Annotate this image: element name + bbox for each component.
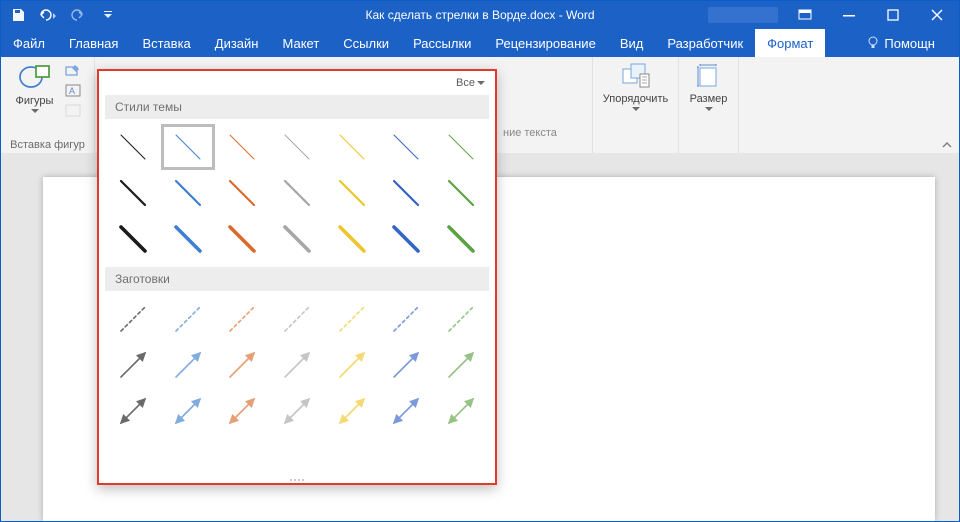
theme-style-swatch[interactable] bbox=[380, 125, 433, 169]
presets-grid bbox=[99, 291, 495, 439]
preset-style-swatch[interactable] bbox=[380, 389, 433, 433]
preset-style-swatch[interactable] bbox=[271, 343, 324, 387]
theme-style-swatch[interactable] bbox=[325, 171, 378, 215]
shapes-label: Фигуры bbox=[16, 95, 54, 107]
theme-style-swatch[interactable] bbox=[162, 217, 215, 261]
maximize-icon[interactable] bbox=[871, 1, 915, 29]
theme-style-swatch[interactable] bbox=[162, 171, 215, 215]
section-theme-styles: Стили темы bbox=[105, 95, 489, 119]
preset-style-swatch[interactable] bbox=[380, 343, 433, 387]
tab-home[interactable]: Главная bbox=[57, 29, 130, 57]
preset-style-swatch[interactable] bbox=[107, 297, 160, 341]
titlebar: Как сделать стрелки в Ворде.docx - Word bbox=[1, 1, 959, 29]
chevron-down-icon bbox=[632, 107, 640, 112]
theme-style-swatch[interactable] bbox=[107, 171, 160, 215]
preset-style-swatch[interactable] bbox=[107, 343, 160, 387]
preset-style-swatch[interactable] bbox=[434, 343, 487, 387]
theme-style-swatch[interactable] bbox=[434, 217, 487, 261]
user-badge[interactable] bbox=[703, 1, 783, 29]
tab-format[interactable]: Формат bbox=[755, 29, 825, 57]
preset-style-swatch[interactable] bbox=[162, 297, 215, 341]
save-icon[interactable] bbox=[3, 1, 33, 29]
peek-text-1: ние текста bbox=[503, 127, 557, 139]
disabled-icon bbox=[65, 103, 83, 119]
theme-style-swatch[interactable] bbox=[434, 171, 487, 215]
chevron-down-icon bbox=[705, 107, 713, 112]
gallery-resize-handle[interactable] bbox=[99, 479, 495, 481]
tab-mailings[interactable]: Рассылки bbox=[401, 29, 483, 57]
svg-text:A: A bbox=[69, 86, 75, 96]
gallery-filter-all[interactable]: Все bbox=[456, 77, 485, 89]
tab-references[interactable]: Ссылки bbox=[331, 29, 401, 57]
preset-style-swatch[interactable] bbox=[434, 389, 487, 433]
group-arrange: Упорядочить bbox=[593, 57, 679, 153]
arrange-button[interactable]: Упорядочить bbox=[614, 59, 658, 127]
qat-customize-icon[interactable] bbox=[93, 1, 123, 29]
theme-style-swatch[interactable] bbox=[216, 217, 269, 261]
preset-style-swatch[interactable] bbox=[216, 343, 269, 387]
arrange-label: Упорядочить bbox=[603, 93, 668, 105]
theme-style-swatch[interactable] bbox=[380, 217, 433, 261]
edit-shape-icon[interactable] bbox=[65, 63, 83, 79]
preset-style-swatch[interactable] bbox=[162, 389, 215, 433]
preset-style-swatch[interactable] bbox=[434, 297, 487, 341]
lightbulb-icon bbox=[866, 36, 880, 50]
group-label-shapes: Вставка фигур bbox=[10, 139, 85, 151]
tab-file[interactable]: Файл bbox=[1, 29, 57, 57]
theme-style-swatch[interactable] bbox=[162, 125, 215, 169]
chevron-down-icon bbox=[477, 81, 485, 86]
theme-style-swatch[interactable] bbox=[107, 125, 160, 169]
preset-style-swatch[interactable] bbox=[107, 389, 160, 433]
preset-style-swatch[interactable] bbox=[325, 343, 378, 387]
theme-style-swatch[interactable] bbox=[107, 217, 160, 261]
theme-style-swatch[interactable] bbox=[271, 217, 324, 261]
group-insert-shapes: Фигуры A Вставка фигур bbox=[1, 57, 95, 153]
theme-style-swatch[interactable] bbox=[325, 217, 378, 261]
theme-style-swatch[interactable] bbox=[271, 171, 324, 215]
theme-style-swatch[interactable] bbox=[216, 125, 269, 169]
section-presets: Заготовки bbox=[105, 267, 489, 291]
arrange-icon bbox=[620, 61, 652, 91]
minimize-icon[interactable] bbox=[827, 1, 871, 29]
tab-view[interactable]: Вид bbox=[608, 29, 656, 57]
tell-me[interactable]: Помощн bbox=[854, 29, 959, 57]
preset-style-swatch[interactable] bbox=[216, 389, 269, 433]
shapes-button[interactable]: Фигуры bbox=[13, 59, 57, 127]
word-window: Как сделать стрелки в Ворде.docx - Word … bbox=[0, 0, 960, 522]
preset-style-swatch[interactable] bbox=[271, 389, 324, 433]
theme-style-swatch[interactable] bbox=[271, 125, 324, 169]
preset-style-swatch[interactable] bbox=[271, 297, 324, 341]
tell-me-label: Помощн bbox=[884, 36, 935, 51]
preset-style-swatch[interactable] bbox=[325, 297, 378, 341]
preset-style-swatch[interactable] bbox=[325, 389, 378, 433]
close-icon[interactable] bbox=[915, 1, 959, 29]
chevron-down-icon bbox=[31, 109, 39, 114]
tab-developer[interactable]: Разработчик bbox=[655, 29, 755, 57]
theme-style-swatch[interactable] bbox=[380, 171, 433, 215]
text-box-icon[interactable]: A bbox=[65, 83, 83, 99]
theme-style-swatch[interactable] bbox=[434, 125, 487, 169]
size-label: Размер bbox=[690, 93, 728, 105]
gallery-filter-label: Все bbox=[456, 77, 475, 89]
tab-layout[interactable]: Макет bbox=[270, 29, 331, 57]
group-size: Размер bbox=[679, 57, 739, 153]
size-icon bbox=[694, 61, 724, 91]
theme-style-swatch[interactable] bbox=[325, 125, 378, 169]
preset-style-swatch[interactable] bbox=[380, 297, 433, 341]
preset-style-swatch[interactable] bbox=[162, 343, 215, 387]
shape-style-gallery: Все Стили темы Заготовки bbox=[97, 69, 497, 485]
tab-review[interactable]: Рецензирование bbox=[483, 29, 607, 57]
size-button[interactable]: Размер bbox=[687, 59, 731, 127]
tab-design[interactable]: Дизайн bbox=[203, 29, 271, 57]
theme-style-swatch[interactable] bbox=[216, 171, 269, 215]
ribbon-display-icon[interactable] bbox=[783, 1, 827, 29]
redo-icon[interactable] bbox=[63, 1, 93, 29]
preset-style-swatch[interactable] bbox=[216, 297, 269, 341]
shapes-icon bbox=[18, 61, 52, 93]
theme-styles-grid bbox=[99, 119, 495, 267]
ribbon-tabs: Файл Главная Вставка Дизайн Макет Ссылки… bbox=[1, 29, 959, 57]
tab-insert[interactable]: Вставка bbox=[130, 29, 202, 57]
undo-icon[interactable] bbox=[33, 1, 63, 29]
collapse-ribbon-icon[interactable] bbox=[941, 139, 953, 151]
